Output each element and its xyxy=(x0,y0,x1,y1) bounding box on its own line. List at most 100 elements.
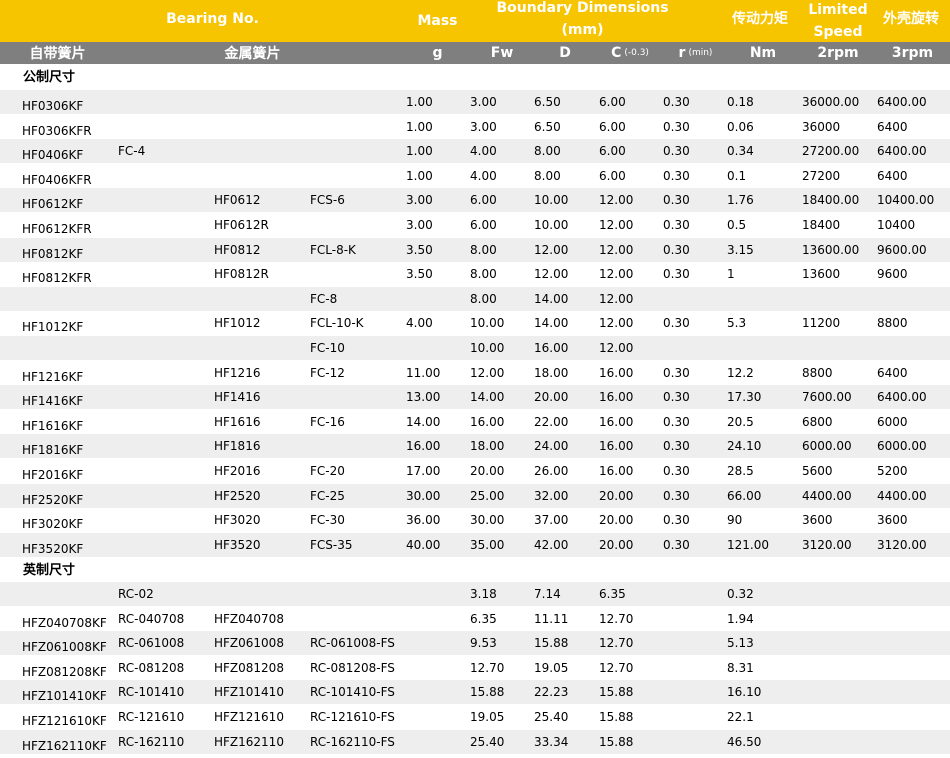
cell-speed-3rpm: 6000 xyxy=(877,414,908,429)
cell-fc-no: FCS-35 xyxy=(310,537,353,552)
cell-fc-no: FC-25 xyxy=(310,488,345,503)
header-limited-speed: Limited Speed xyxy=(808,2,868,40)
cell-fc-no: FCL-8-K xyxy=(310,242,356,257)
cell-torque: 17.30 xyxy=(727,390,762,405)
cell-fw: 30.00 xyxy=(470,513,505,528)
table-row: HFZ121610KF RC-121610 HFZ121610 RC-121610-F… xyxy=(0,705,950,729)
table-row: HF2016KF HF2016 FC-20 17.00 20.00 26.00 16.00 0… xyxy=(0,459,950,483)
header-outer-rotation: 外壳旋转 xyxy=(883,11,939,27)
table-row: HF0306KF 1.00 3.00 6.50 6.00 0.30 0.18 36000.00… xyxy=(0,90,950,114)
cell-mass: 13.00 xyxy=(406,390,441,405)
cell-c: 12.00 xyxy=(599,242,634,257)
header-r-min: (min) xyxy=(688,48,713,58)
cell-r: 0.30 xyxy=(663,95,690,109)
cell-fw: 18.00 xyxy=(470,439,505,454)
cell-metal-cage-no: HF0612R xyxy=(214,218,269,232)
cell-c: 16.00 xyxy=(599,365,634,380)
cell-c: 6.00 xyxy=(599,95,626,109)
cell-r: 0.30 xyxy=(663,119,690,134)
header-d: D xyxy=(559,45,571,61)
cell-torque: 0.18 xyxy=(727,95,754,109)
cell-fw: 10.00 xyxy=(470,341,505,355)
cell-rc-no: RC-02 xyxy=(118,587,154,601)
cell-metal-cage-no: HF0812 xyxy=(214,242,261,257)
cell-metal-cage-no: HFZ101410 xyxy=(214,685,284,700)
cell-c: 12.00 xyxy=(599,267,634,282)
cell-torque: 90 xyxy=(727,513,743,528)
cell-d: 24.00 xyxy=(534,439,569,454)
cell-fw: 12.70 xyxy=(470,660,505,675)
table-row: HF3520KF HF3520 FCS-35 40.00 35.00 42.00 20.00… xyxy=(0,532,950,557)
cell-fc-no: RC-121610-FS xyxy=(310,710,395,724)
cell-fc-no: RC-081208-FS xyxy=(310,660,395,675)
cell-d: 25.40 xyxy=(534,710,569,724)
cell-fw: 3.00 xyxy=(470,119,497,134)
cell-torque: 28.5 xyxy=(727,464,754,478)
cell-r: 0.30 xyxy=(663,242,690,257)
cell-fw: 3.18 xyxy=(470,587,497,601)
cell-d: 20.00 xyxy=(534,390,569,405)
cell-metal-cage-no: HFZ162110 xyxy=(214,734,284,749)
cell-c: 6.00 xyxy=(599,168,626,183)
cell-d: 15.88 xyxy=(534,636,569,651)
cell-metal-cage-no: HF1216 xyxy=(214,365,261,380)
cell-torque: 3.15 xyxy=(727,242,754,257)
cell-rc-no: RC-081208 xyxy=(118,660,185,675)
cell-rc-no: FC-4 xyxy=(118,144,146,159)
header-row-bottom: 自带簧片 金属簧片 g Fw D C (-0.3) r (min) Nm 2rpm … xyxy=(0,42,950,64)
cell-fc-no: FC-8 xyxy=(310,291,338,306)
table-row: HF0406KF FC-4 1.00 4.00 8.00 6.00 0.30 0.34 2720… xyxy=(0,139,950,164)
cell-speed-3rpm: 9600 xyxy=(877,267,908,282)
cell-d: 33.34 xyxy=(534,734,569,749)
cell-mass: 36.00 xyxy=(406,513,441,528)
cell-torque: 20.5 xyxy=(727,414,754,429)
cell-speed-2rpm: 13600 xyxy=(802,267,841,282)
cell-r: 0.30 xyxy=(663,488,690,503)
cell-c: 12.00 xyxy=(599,193,634,208)
table-row: HF0812KF HF0812 FCL-8-K 3.50 8.00 12.00 12.00 0… xyxy=(0,237,950,262)
cell-fw: 3.00 xyxy=(470,95,497,109)
cell-d: 14.00 xyxy=(534,316,569,331)
cell-torque: 24.10 xyxy=(727,439,762,454)
cell-c: 12.70 xyxy=(599,611,634,626)
cell-torque: 121.00 xyxy=(727,537,769,552)
cell-d: 18.00 xyxy=(534,365,569,380)
table-row: HF1616KF HF1616 FC-16 14.00 16.00 22.00 16.00 0… xyxy=(0,410,950,434)
cell-torque: 22.1 xyxy=(727,710,754,724)
cell-mass: 11.00 xyxy=(406,365,441,380)
cell-speed-2rpm: 7600.00 xyxy=(802,390,852,405)
cell-fw: 10.00 xyxy=(470,316,505,331)
cell-metal-cage-no: HF1816 xyxy=(214,439,261,454)
cell-d: 7.14 xyxy=(534,587,561,601)
cell-r: 0.30 xyxy=(663,537,690,552)
cell-d: 19.05 xyxy=(534,660,569,675)
cell-speed-3rpm: 6000.00 xyxy=(877,439,927,454)
cell-speed-3rpm: 9600.00 xyxy=(877,242,927,257)
cell-fc-no: FC-16 xyxy=(310,414,345,429)
cell-fc-no: FC-30 xyxy=(310,513,345,528)
cell-c: 16.00 xyxy=(599,439,634,454)
cell-d: 12.00 xyxy=(534,267,569,282)
cell-mass: 16.00 xyxy=(406,439,441,454)
section-metric: 公制尺寸 xyxy=(23,69,76,85)
cell-speed-2rpm: 3120.00 xyxy=(802,537,852,552)
header-c-label: C xyxy=(611,45,622,61)
cell-d: 6.50 xyxy=(534,95,561,109)
cell-torque: 1.76 xyxy=(727,193,754,208)
cell-fw: 19.05 xyxy=(470,710,505,724)
cell-torque: 0.32 xyxy=(727,587,754,601)
cell-rc-no: RC-101410 xyxy=(118,685,185,700)
cell-speed-3rpm: 3120.00 xyxy=(877,537,927,552)
cell-fw: 8.00 xyxy=(470,242,497,257)
cell-c: 6.00 xyxy=(599,144,626,159)
table-row: HF3020KF HF3020 FC-30 36.00 30.00 37.00 20.00 0… xyxy=(0,508,950,532)
cell-r: 0.30 xyxy=(663,144,690,159)
cell-d: 16.00 xyxy=(534,341,569,355)
cell-metal-cage-no: HF0612 xyxy=(214,193,261,208)
cell-r: 0.30 xyxy=(663,439,690,454)
table-row: HF0306KFR 1.00 3.00 6.50 6.00 0.30 0.06 36000 64… xyxy=(0,115,950,139)
table-row: HF1012KF HF1012 FCL-10-K 4.00 10.00 14.00 12.0… xyxy=(0,311,950,335)
header-2rpm: 2rpm xyxy=(817,45,859,61)
cell-r: 0.30 xyxy=(663,464,690,478)
cell-c: 12.00 xyxy=(599,218,634,232)
